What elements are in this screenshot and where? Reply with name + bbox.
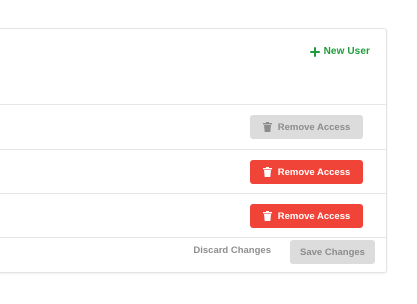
- remove-access-label: Remove Access: [277, 166, 351, 178]
- discard-changes-button[interactable]: Discard Changes: [193, 245, 271, 256]
- remove-access-label: Remove Access: [277, 210, 351, 222]
- new-user-button[interactable]: New User: [309, 46, 370, 57]
- user-access-card: New User Remove Access Remove Access Rem…: [0, 28, 387, 273]
- save-changes-button[interactable]: Save Changes: [290, 240, 375, 264]
- trash-icon: [262, 211, 272, 221]
- remove-access-label: Remove Access: [277, 121, 351, 133]
- trash-icon: [262, 167, 272, 177]
- card-footer: Discard Changes Save Changes: [0, 234, 386, 272]
- new-user-label: New User: [323, 46, 370, 57]
- user-row: Remove Access: [0, 105, 386, 149]
- plus-icon: [309, 46, 320, 57]
- remove-access-button[interactable]: Remove Access: [250, 115, 363, 139]
- user-row: Remove Access: [0, 194, 386, 238]
- trash-icon: [262, 122, 272, 132]
- remove-access-button[interactable]: Remove Access: [250, 204, 363, 228]
- remove-access-button[interactable]: Remove Access: [250, 160, 363, 184]
- user-row: Remove Access: [0, 150, 386, 194]
- card-header: New User: [0, 29, 386, 104]
- save-changes-label: Save Changes: [300, 246, 365, 258]
